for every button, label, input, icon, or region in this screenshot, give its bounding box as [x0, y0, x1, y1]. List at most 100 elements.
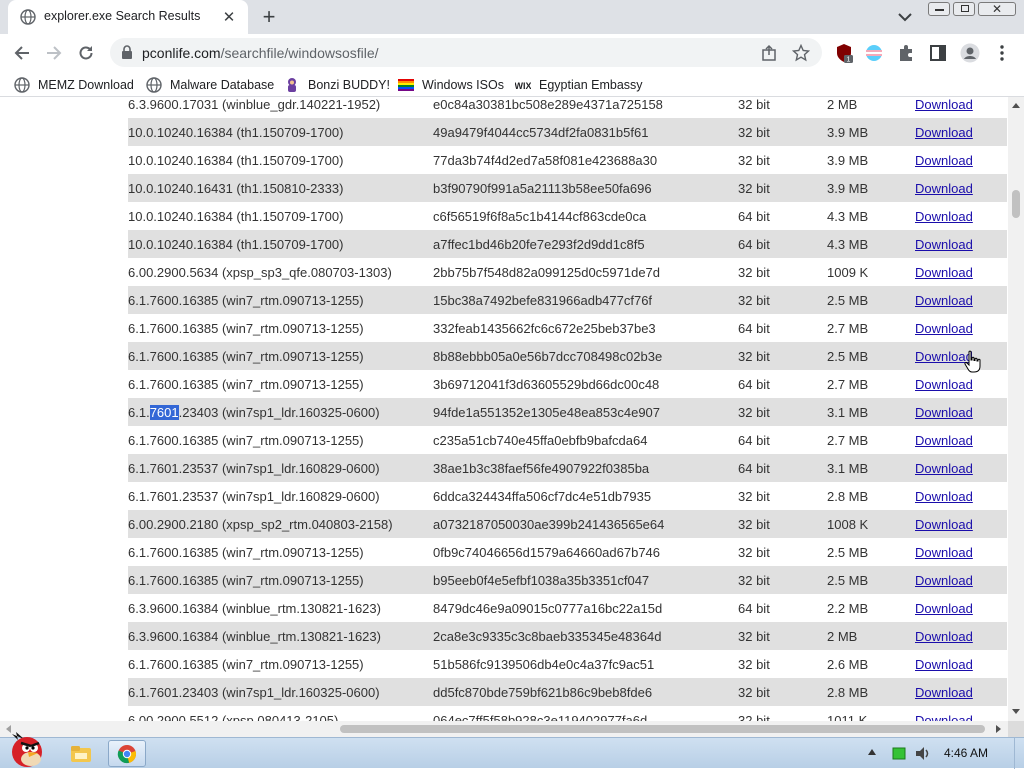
download-link[interactable]: Download: [915, 573, 973, 588]
file-version: 6.3.9600.16384 (winblue_rtm.130821-1623): [128, 601, 381, 616]
bookmark-label: Bonzi BUDDY!: [308, 78, 390, 92]
md5-hash: 49a9479f4044cc5734df2fa0831b5f61: [433, 125, 649, 140]
architecture: 32 bit: [738, 181, 770, 196]
bookmark-windows-isos[interactable]: Windows ISOs: [398, 75, 504, 95]
download-link[interactable]: Download: [915, 97, 973, 112]
table-row: 6.00.2900.5634 (xpsp_sp3_qfe.080703-1303…: [128, 258, 1007, 286]
file-size: 3.9 MB: [827, 125, 869, 140]
table-row: 6.1.7600.16385 (win7_rtm.090713-1255) 0fb…: [128, 538, 1007, 566]
reload-icon: [79, 46, 93, 60]
download-link[interactable]: Download: [915, 293, 973, 308]
download-link[interactable]: Download: [915, 601, 973, 616]
download-link[interactable]: Download: [915, 209, 973, 224]
vertical-scrollbar[interactable]: [1008, 97, 1024, 721]
svg-text:1: 1: [847, 57, 851, 64]
file-version: 10.0.10240.16384 (th1.150709-1700): [128, 153, 344, 168]
close-tab-icon[interactable]: ✕: [220, 8, 238, 26]
scroll-up-arrow-icon[interactable]: [1012, 103, 1020, 108]
scroll-right-arrow-icon[interactable]: [996, 725, 1001, 733]
back-button[interactable]: [10, 41, 34, 65]
download-link[interactable]: Download: [915, 237, 973, 252]
download-link[interactable]: Download: [915, 433, 973, 448]
scroll-down-arrow-icon[interactable]: [1012, 709, 1020, 714]
table-row: 10.0.10240.16384 (th1.150709-1700) 77da3b…: [128, 146, 1007, 174]
architecture: 32 bit: [738, 293, 770, 308]
architecture: 32 bit: [738, 657, 770, 672]
vertical-scroll-thumb[interactable]: [1012, 190, 1020, 218]
forward-button[interactable]: [42, 41, 66, 65]
battery-icon[interactable]: [892, 747, 906, 760]
more-menu-icon[interactable]: [992, 43, 1012, 63]
md5-hash: 3b69712041f3d63605529bd66dc00c48: [433, 377, 660, 392]
table-row: 6.1.7601.23537 (win7sp1_ldr.160829-0600)…: [128, 454, 1007, 482]
puzzle-extensions-icon[interactable]: [896, 43, 916, 63]
address-bar[interactable]: pconlife.com/searchfile/windowsosfile/: [110, 38, 822, 67]
show-desktop-button[interactable]: [1014, 738, 1024, 769]
back-arrow-icon: [14, 46, 29, 60]
url-host: pconlife.com: [142, 45, 221, 61]
profile-flag-extension-icon[interactable]: [864, 43, 884, 63]
star-icon[interactable]: [792, 44, 810, 62]
download-link[interactable]: Download: [915, 657, 973, 672]
table-row: 10.0.10240.16384 (th1.150709-1700) 49a947…: [128, 118, 1007, 146]
file-version: 6.1.7600.16385 (win7_rtm.090713-1255): [128, 293, 364, 308]
bookmark-egyptian-embassy[interactable]: WIX Egyptian Embassy: [515, 75, 643, 95]
bookmark-malware-database[interactable]: Malware Database: [146, 75, 274, 95]
browser-tab[interactable]: explorer.exe Search Results ✕: [8, 0, 248, 34]
download-link[interactable]: Download: [915, 153, 973, 168]
file-version: 6.00.2900.2180 (xpsp_sp2_rtm.040803-2158…: [128, 517, 393, 532]
download-link[interactable]: Download: [915, 545, 973, 560]
download-link[interactable]: Download: [915, 461, 973, 476]
new-tab-icon[interactable]: +: [258, 6, 280, 28]
download-link[interactable]: Download: [915, 321, 973, 336]
file-version: 6.3.9600.17031 (winblue_gdr.140221-1952): [128, 97, 381, 112]
horizontal-scroll-thumb[interactable]: [340, 725, 985, 733]
download-link[interactable]: Download: [915, 125, 973, 140]
file-version: 6.1.7601.23403 (win7sp1_ldr.160325-0600): [128, 685, 380, 700]
lock-icon[interactable]: [120, 45, 134, 60]
share-icon[interactable]: [760, 44, 778, 62]
rainbow-flag-icon: [398, 79, 414, 91]
md5-hash: a7ffec1bd46b20fe7e293f2d9dd1c8f5: [433, 237, 645, 252]
taskbar-chrome[interactable]: [108, 740, 146, 767]
taskbar-explorer[interactable]: [62, 740, 100, 767]
download-link[interactable]: Download: [915, 489, 973, 504]
table-row: 6.1.7601.23537 (win7sp1_ldr.160829-0600)…: [128, 482, 1007, 510]
chevron-down-icon[interactable]: [895, 8, 915, 26]
download-link[interactable]: Download: [915, 405, 973, 420]
download-link[interactable]: Download: [915, 629, 973, 644]
volume-icon[interactable]: [914, 746, 932, 761]
architecture: 32 bit: [738, 517, 770, 532]
show-hidden-icons-icon[interactable]: [868, 749, 876, 755]
download-link[interactable]: Download: [915, 377, 973, 392]
side-panel-icon[interactable]: [928, 43, 948, 63]
table-row: 6.1.7600.16385 (win7_rtm.090713-1255) 15b…: [128, 286, 1007, 314]
bookmark-memz-download[interactable]: MEMZ Download: [14, 75, 134, 95]
url-text[interactable]: pconlife.com/searchfile/windowsosfile/: [142, 45, 379, 61]
bookmark-bonzi-buddy[interactable]: Bonzi BUDDY!: [284, 75, 390, 95]
md5-hash: b95eeb0f4e5efbf1038a35b3351cf047: [433, 573, 650, 588]
reload-button[interactable]: [74, 41, 98, 65]
download-link[interactable]: Download: [915, 265, 973, 280]
table-row: 6.1.7601.23403 (win7sp1_ldr.160325-0600)…: [128, 678, 1007, 706]
clock[interactable]: 4:46 AM: [944, 746, 988, 760]
download-link[interactable]: Download: [915, 181, 973, 196]
page-viewport: 6.3.9600.17031 (winblue_gdr.140221-1952)…: [0, 97, 1008, 721]
table-row: 6.1.7601.23403 (win7sp1_ldr.160325-0600)…: [128, 398, 1007, 426]
profile-avatar-icon[interactable]: [960, 43, 980, 63]
horizontal-scrollbar[interactable]: [0, 721, 1008, 737]
download-link[interactable]: Download: [915, 713, 973, 721]
minimize-button[interactable]: [928, 2, 950, 16]
file-size: 2.8 MB: [827, 685, 869, 700]
start-button[interactable]: [4, 730, 50, 768]
download-link[interactable]: Download: [915, 685, 973, 700]
download-link[interactable]: Download: [915, 517, 973, 532]
restore-button[interactable]: [953, 2, 975, 16]
selected-text: 7601: [149, 405, 179, 420]
ublock-extension-icon[interactable]: 1: [834, 43, 854, 63]
close-window-button[interactable]: ✕: [978, 2, 1016, 16]
taskbar: 4:46 AM: [0, 732, 1024, 769]
file-version: 6.00.2900.5512 (xpsp.080413-2105): [128, 713, 339, 721]
md5-hash: e0c84a30381bc508e289e4371a725158: [433, 97, 663, 112]
file-size: 2 MB: [827, 97, 858, 112]
